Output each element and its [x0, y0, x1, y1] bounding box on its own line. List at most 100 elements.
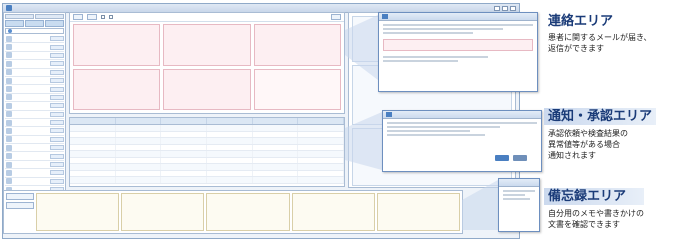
- status-badge: [50, 128, 64, 134]
- patient-avatar: [6, 169, 12, 176]
- mail-area-titlebar: [379, 13, 537, 21]
- list-item[interactable]: [5, 85, 64, 94]
- status-badge: [50, 103, 64, 109]
- close-icon[interactable]: [510, 5, 516, 11]
- status-badge: [50, 178, 64, 184]
- approval-area-titlebar: [383, 111, 541, 119]
- status-badge: [50, 136, 64, 142]
- list-item[interactable]: [5, 111, 64, 119]
- table-body: [70, 125, 345, 184]
- callout-title: 連絡エリア: [548, 14, 614, 29]
- callout-title: 備忘録エリア: [544, 188, 644, 205]
- patient-list-tabs: [4, 20, 65, 27]
- patient-avatar: [6, 35, 12, 42]
- patient-filter-button[interactable]: [5, 14, 34, 19]
- notification-cards: [73, 24, 341, 110]
- status-badge: [50, 44, 64, 50]
- mail-area-tab: [382, 14, 388, 19]
- memo-card[interactable]: [121, 193, 205, 231]
- patient-avatar: [6, 102, 12, 109]
- tab-ward[interactable]: [5, 20, 24, 27]
- list-item[interactable]: [5, 178, 64, 187]
- list-item[interactable]: [5, 69, 64, 77]
- tab-mine[interactable]: [45, 20, 64, 27]
- list-item[interactable]: [5, 102, 64, 111]
- list-item[interactable]: [5, 77, 64, 86]
- list-item[interactable]: [5, 60, 64, 69]
- order-table: [69, 117, 345, 187]
- status-badge: [50, 170, 64, 176]
- warning-checkbox[interactable]: [109, 15, 113, 19]
- notification-tab-button[interactable]: [73, 14, 83, 20]
- table-row[interactable]: [70, 177, 345, 184]
- notification-card[interactable]: [163, 68, 251, 110]
- approve-button[interactable]: [495, 155, 509, 161]
- patient-avatar: [6, 144, 12, 151]
- window-controls[interactable]: [494, 5, 516, 11]
- memo-strip: [3, 190, 463, 234]
- minimize-icon[interactable]: [494, 5, 500, 11]
- patient-avatar: [6, 127, 12, 134]
- list-item[interactable]: [5, 127, 64, 136]
- memo-card[interactable]: [36, 193, 120, 231]
- status-badge: [50, 86, 64, 92]
- list-item[interactable]: [5, 144, 64, 153]
- patient-avatar: [6, 161, 12, 168]
- notification-card[interactable]: [253, 24, 341, 66]
- status-badge: [50, 162, 64, 168]
- status-badge: [50, 36, 64, 42]
- callout-title: 通知・承認エリア: [544, 108, 657, 125]
- list-item[interactable]: [5, 52, 64, 61]
- mail-area-screenshot: [378, 12, 538, 92]
- reject-button[interactable]: [513, 155, 527, 161]
- filter-checkbox[interactable]: [101, 15, 105, 19]
- list-item[interactable]: [5, 169, 64, 178]
- notification-card[interactable]: [73, 24, 161, 66]
- list-item[interactable]: [5, 35, 64, 44]
- list-item[interactable]: [5, 161, 64, 170]
- app-icon: [6, 5, 12, 11]
- list-item[interactable]: [5, 136, 64, 145]
- patient-avatar: [6, 119, 12, 126]
- list-item[interactable]: [5, 119, 64, 128]
- status-badge: [50, 69, 64, 75]
- list-item[interactable]: [5, 43, 64, 52]
- mail-message[interactable]: [383, 39, 533, 51]
- status-badge: [50, 120, 64, 126]
- mail-area-content: [379, 21, 537, 37]
- patient-avatar: [6, 86, 12, 93]
- status-badge: [50, 78, 64, 84]
- memo-side-buttons: [6, 193, 34, 231]
- column-header[interactable]: [253, 118, 299, 124]
- maximize-icon[interactable]: [502, 5, 508, 11]
- notification-card[interactable]: [163, 24, 251, 66]
- patient-avatar: [6, 77, 12, 84]
- notification-card-empty: [253, 68, 341, 110]
- patient-avatar: [6, 60, 12, 67]
- column-header[interactable]: [298, 118, 345, 124]
- memo-new-button[interactable]: [6, 193, 34, 200]
- memo-list-button[interactable]: [6, 202, 34, 209]
- callout-description: 患者に関するメールが届き、 返信ができます: [548, 33, 652, 53]
- list-item[interactable]: [5, 94, 64, 103]
- notification-filter-button[interactable]: [87, 14, 97, 20]
- column-header[interactable]: [116, 118, 162, 124]
- list-item[interactable]: [5, 152, 64, 161]
- memo-card[interactable]: [376, 193, 461, 231]
- patient-sort-button[interactable]: [35, 14, 64, 19]
- memo-card[interactable]: [291, 193, 375, 231]
- status-badge: [50, 52, 64, 58]
- memo-card[interactable]: [206, 193, 290, 231]
- patient-search-input[interactable]: [5, 28, 64, 34]
- approval-area-screenshot: [382, 110, 542, 172]
- notification-action-button[interactable]: [331, 14, 341, 20]
- column-header[interactable]: [207, 118, 253, 124]
- notification-card[interactable]: [73, 68, 161, 110]
- callout-description: 承認依頼や検査結果の 異常値等がある場合 通知されます: [548, 129, 628, 160]
- status-badge: [50, 145, 64, 151]
- column-header[interactable]: [70, 118, 116, 124]
- memo-area-titlebar: [499, 179, 539, 187]
- tab-department[interactable]: [25, 20, 44, 27]
- column-header[interactable]: [161, 118, 208, 124]
- patient-avatar: [6, 69, 12, 76]
